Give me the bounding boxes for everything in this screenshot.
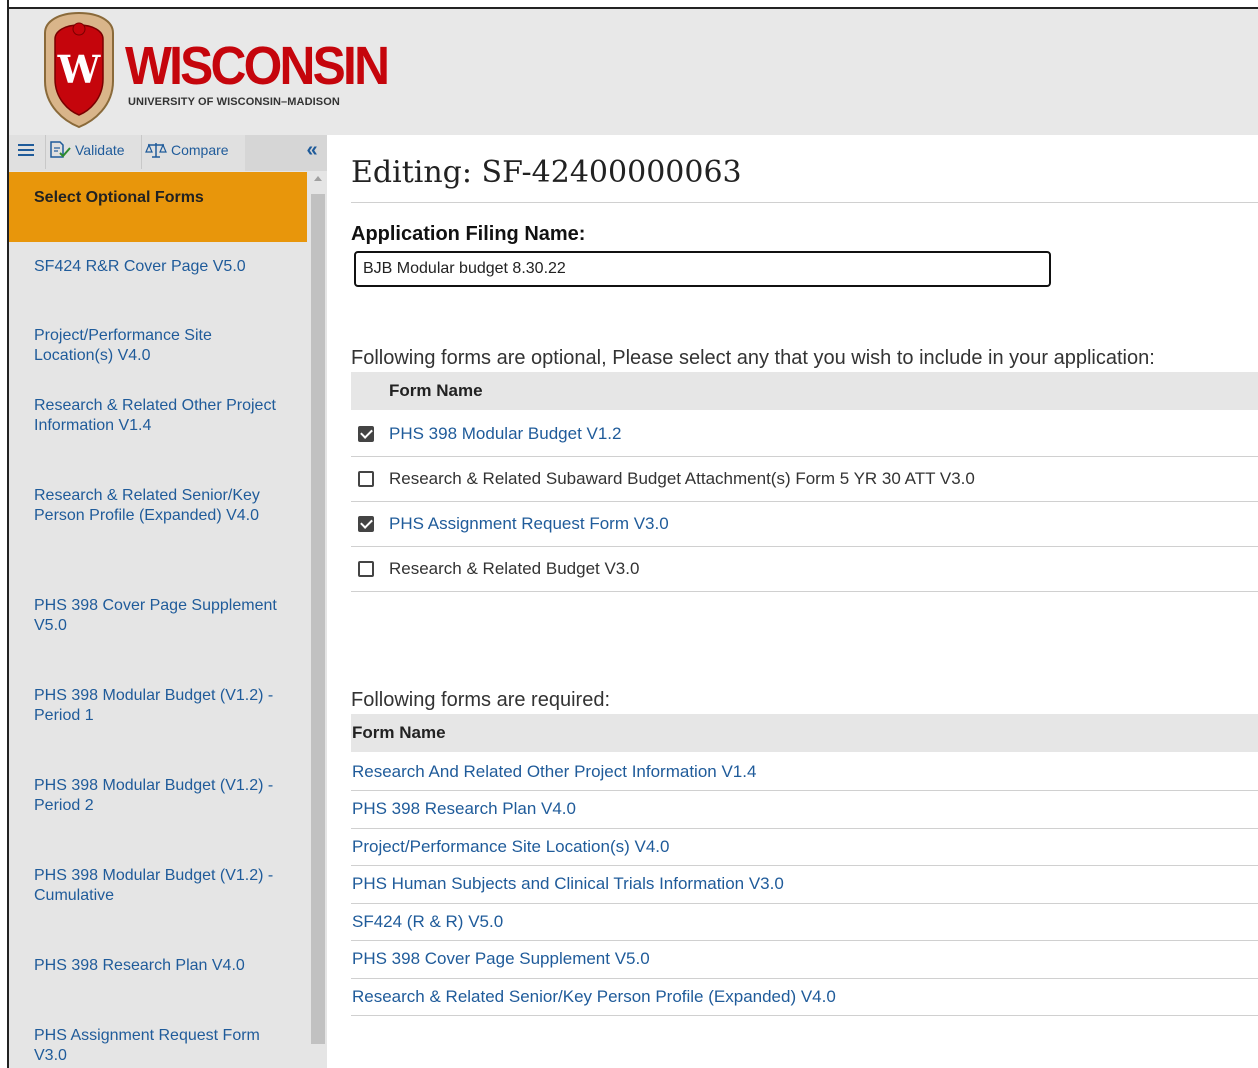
sidebar-item[interactable]: PHS 398 Modular Budget (V1.2) - Period 2 [9, 761, 307, 851]
collapse-sidebar-button[interactable]: « [301, 135, 323, 165]
sidebar-item-select-optional-forms[interactable]: Select Optional Forms [9, 172, 307, 242]
required-form-link[interactable]: Project/Performance Site Location(s) V4.… [352, 837, 669, 857]
title-divider [351, 202, 1258, 203]
page-title: Editing: SF-42400000063 [351, 155, 742, 190]
optional-form-name[interactable]: PHS 398 Modular Budget V1.2 [389, 424, 621, 444]
crest-letter: W [57, 47, 102, 92]
required-forms-intro: Following forms are required: [351, 689, 610, 711]
toolbar-separator [45, 135, 46, 169]
sidebar: Validate Compare « Select Optional Forms… [9, 135, 327, 1068]
required-form-link[interactable]: PHS 398 Cover Page Supplement V5.0 [352, 949, 650, 969]
sidebar-item[interactable]: Research & Related Other Project Informa… [9, 381, 307, 471]
sidebar-item[interactable]: PHS 398 Modular Budget (V1.2) - Period 1 [9, 671, 307, 761]
required-form-row: PHS 398 Research Plan V4.0 [351, 791, 1258, 829]
sidebar-item[interactable]: SF424 R&R Cover Page V5.0 [9, 242, 307, 311]
required-form-row: PHS 398 Cover Page Supplement V5.0 [351, 941, 1258, 979]
wordmark[interactable]: WISCONSIN UNIVERSITY OF WISCONSIN–MADISO… [125, 39, 410, 108]
optional-header-label: Form Name [389, 381, 483, 400]
required-form-link[interactable]: PHS Human Subjects and Clinical Trials I… [352, 874, 784, 894]
compare-button[interactable]: Compare [145, 135, 229, 165]
site-header: W WISCONSIN UNIVERSITY OF WISCONSIN–MADI… [9, 9, 1258, 135]
required-form-row: PHS Human Subjects and Clinical Trials I… [351, 866, 1258, 904]
scales-icon [145, 143, 167, 158]
optional-form-name[interactable]: PHS Assignment Request Form V3.0 [389, 514, 669, 534]
required-form-link[interactable]: Research & Related Senior/Key Person Pro… [352, 987, 836, 1007]
window-frame-top [0, 0, 1258, 9]
required-form-row: Research And Related Other Project Infor… [351, 753, 1258, 791]
menu-button[interactable] [15, 135, 37, 165]
scroll-up-arrow-icon[interactable] [314, 176, 322, 181]
validate-button[interactable]: Validate [49, 135, 125, 165]
toolbar-separator [141, 135, 142, 169]
optional-forms-header: Form Name [351, 372, 1258, 410]
optional-form-row: Research & Related Budget V3.0 [351, 546, 1258, 592]
sidebar-item[interactable]: PHS 398 Research Plan V4.0 [9, 941, 307, 1011]
optional-form-row: PHS 398 Modular Budget V1.2 [351, 411, 1258, 457]
scroll-thumb[interactable] [311, 194, 325, 1044]
form-checkbox[interactable] [358, 425, 374, 442]
form-checkbox[interactable] [358, 560, 374, 577]
sidebar-scrollbar[interactable] [308, 172, 327, 1068]
required-form-row: Research & Related Senior/Key Person Pro… [351, 978, 1258, 1016]
sidebar-item[interactable]: Research & Related Senior/Key Person Pro… [9, 471, 307, 581]
optional-form-name: Research & Related Budget V3.0 [389, 558, 640, 578]
form-checkbox[interactable] [358, 470, 374, 487]
wordmark-title: WISCONSIN [125, 36, 390, 96]
form-checkbox[interactable] [358, 515, 374, 532]
optional-forms-intro: Following forms are optional, Please sel… [351, 347, 1155, 369]
sidebar-nav: Select Optional Forms SF424 R&R Cover Pag… [9, 172, 307, 1068]
optional-form-row: Research & Related Subaward Budget Attac… [351, 456, 1258, 502]
filing-name-input[interactable] [354, 251, 1051, 287]
required-forms-header: Form Name [351, 714, 1258, 752]
required-form-link[interactable]: PHS 398 Research Plan V4.0 [352, 799, 576, 819]
validate-icon [50, 141, 71, 158]
filing-name-label: Application Filing Name: [351, 223, 586, 245]
required-form-row: SF424 (R & R) V5.0 [351, 903, 1258, 941]
sidebar-item[interactable]: Project/Performance Site Location(s) V4.… [9, 311, 307, 381]
uw-crest-logo[interactable]: W [39, 11, 119, 129]
sidebar-item[interactable]: PHS Assignment Request Form V3.0 [9, 1011, 307, 1068]
compare-label: Compare [171, 142, 229, 158]
main-content: Editing: SF-42400000063 Application Fili… [351, 135, 1258, 1068]
required-form-row: Project/Performance Site Location(s) V4.… [351, 828, 1258, 866]
sidebar-item[interactable]: PHS 398 Cover Page Supplement V5.0 [9, 581, 307, 671]
sidebar-item[interactable]: PHS 398 Modular Budget (V1.2) - Cumulati… [9, 851, 307, 941]
required-header-label: Form Name [352, 723, 446, 742]
validate-label: Validate [75, 142, 125, 158]
optional-form-row: PHS Assignment Request Form V3.0 [351, 501, 1258, 547]
optional-form-name: Research & Related Subaward Budget Attac… [389, 468, 975, 488]
wordmark-subtitle: UNIVERSITY OF WISCONSIN–MADISON [128, 96, 340, 108]
required-form-link[interactable]: Research And Related Other Project Infor… [352, 762, 756, 782]
window-frame-left [0, 0, 9, 1068]
double-chevron-left-icon: « [306, 138, 318, 161]
sidebar-toolbar: Validate Compare « [9, 135, 327, 171]
required-form-link[interactable]: SF424 (R & R) V5.0 [352, 912, 503, 932]
hamburger-icon [18, 144, 34, 156]
